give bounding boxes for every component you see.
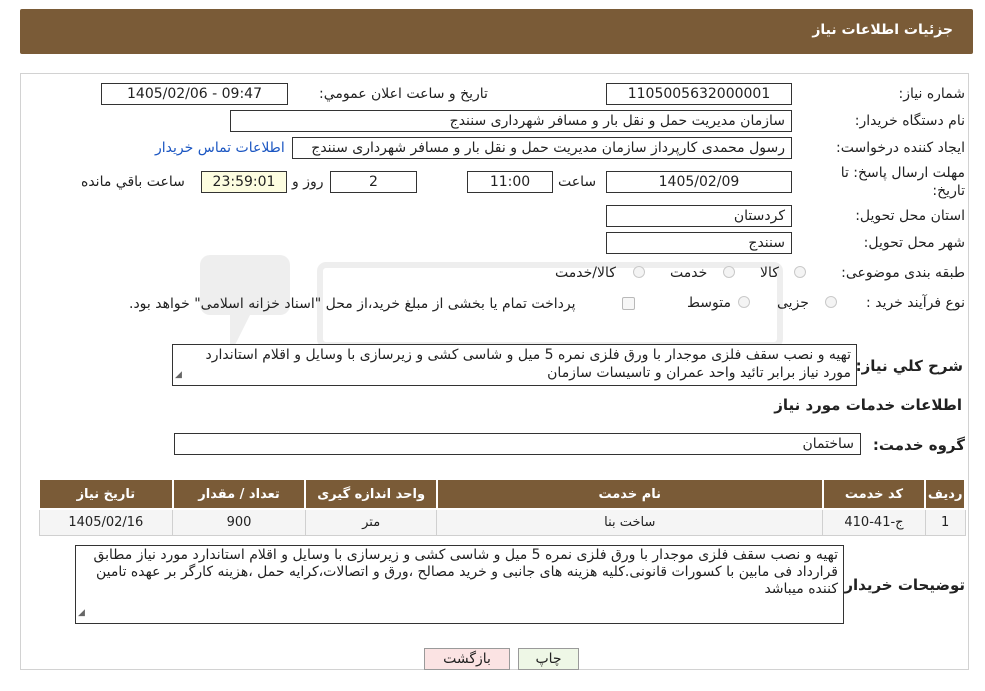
city-field: سنندج bbox=[606, 232, 792, 254]
deadline-time-field: 11:00 bbox=[467, 171, 553, 193]
service-group-label: گروه خدمت: bbox=[872, 436, 965, 454]
cell-unit: متر bbox=[304, 508, 438, 536]
province-field: کردستان bbox=[606, 205, 792, 227]
col-unit: واحد اندازه گيری bbox=[304, 478, 438, 510]
page-header: جزئیات اطلاعات نیاز bbox=[20, 9, 973, 54]
creator-field: رسول محمدی کارپرداز سازمان مدیریت حمل و … bbox=[292, 137, 792, 159]
buyer-org-field: سازمان مدیریت حمل و نقل بار و مسافر شهرد… bbox=[230, 110, 792, 132]
remaining-time-label: ساعت باقي مانده bbox=[81, 174, 185, 190]
announce-date-label: تاريخ و ساعت اعلان عمومي: bbox=[319, 86, 488, 102]
summary-textarea[interactable]: تهیه و نصب سقف فلزی موجدار با ورق فلزی ن… bbox=[172, 344, 857, 386]
treasury-bond-note: پرداخت تمام يا بخشی از مبلغ خريد،از محل … bbox=[129, 296, 576, 312]
treasury-bond-checkbox[interactable] bbox=[622, 297, 635, 310]
creator-label: ايجاد کننده درخواست: bbox=[836, 140, 965, 156]
services-table-header: رديف کد خدمت نام خدمت واحد اندازه گيری ت… bbox=[38, 478, 966, 510]
deadline-label-line1: مهلت ارسال پاسخ: تا bbox=[840, 165, 965, 181]
category-option-service: خدمت bbox=[670, 265, 708, 281]
city-label: شهر محل تحویل: bbox=[863, 235, 965, 251]
col-code: کد خدمت bbox=[821, 478, 927, 510]
buyer-notes-textarea[interactable]: تهیه و نصب سقف فلزی موجدار با ورق فلزی ن… bbox=[75, 545, 844, 624]
resize-grip-icon: ◢ bbox=[78, 608, 85, 618]
remaining-time-field: 23:59:01 bbox=[201, 171, 287, 193]
cell-name: ساخت بنا bbox=[436, 508, 824, 536]
announce-date-field: 1405/02/06 - 09:47 bbox=[101, 83, 288, 105]
buyer-notes-label: توضيحات خريدار: bbox=[838, 576, 965, 594]
category-radio-goods-service[interactable] bbox=[633, 266, 645, 278]
province-label: استان محل تحویل: bbox=[855, 208, 965, 224]
col-qty: تعداد / مقدار bbox=[171, 478, 307, 510]
category-option-goods-service: کالا/خدمت bbox=[555, 265, 616, 281]
purchase-option-medium: متوسط bbox=[687, 295, 731, 311]
table-row: 1 ج-41-410 ساخت بنا متر 900 1405/02/16 bbox=[38, 508, 966, 536]
deadline-date-field: 1405/02/09 bbox=[606, 171, 792, 193]
page-title: جزئیات اطلاعات نیاز bbox=[812, 22, 953, 38]
col-name: نام خدمت bbox=[435, 478, 824, 510]
buyer-org-label: نام دستگاه خريدار: bbox=[854, 113, 965, 129]
buyer-notes-text: تهیه و نصب سقف فلزی موجدار با ورق فلزی ن… bbox=[93, 547, 838, 597]
remaining-days-field: 2 bbox=[330, 171, 417, 193]
purchase-option-minor: جزیی bbox=[777, 295, 809, 311]
resize-grip-icon: ◢ bbox=[175, 370, 182, 380]
back-button[interactable]: بازگشت bbox=[424, 648, 510, 670]
cell-code: ج-41-410 bbox=[822, 508, 926, 536]
cell-row: 1 bbox=[924, 508, 966, 536]
need-number-label: شماره نياز: bbox=[898, 86, 966, 102]
purchase-radio-medium[interactable] bbox=[738, 296, 750, 308]
purchase-type-label: نوع فرآیند خرید : bbox=[866, 295, 965, 311]
category-label: طبقه بندی موضوعی: bbox=[841, 265, 965, 281]
buyer-contact-link[interactable]: اطلاعات تماس خریدار bbox=[155, 140, 285, 156]
services-section-title: اطلاعات خدمات مورد نياز bbox=[774, 396, 962, 414]
summary-text: تهیه و نصب سقف فلزی موجدار با ورق فلزی ن… bbox=[205, 347, 852, 381]
cell-qty: 900 bbox=[172, 508, 306, 536]
need-number-field: 1105005632000001 bbox=[606, 83, 792, 105]
summary-label: شرح کلي نياز: bbox=[855, 357, 963, 375]
print-button[interactable]: چاپ bbox=[518, 648, 579, 670]
category-radio-service[interactable] bbox=[723, 266, 735, 278]
purchase-radio-minor[interactable] bbox=[825, 296, 837, 308]
category-radio-goods[interactable] bbox=[794, 266, 806, 278]
days-label: روز و bbox=[292, 174, 324, 190]
col-row: رديف bbox=[924, 478, 966, 510]
category-option-goods: کالا bbox=[760, 265, 779, 281]
deadline-label-line2: تاريخ: bbox=[932, 183, 965, 199]
services-table: رديف کد خدمت نام خدمت واحد اندازه گيری ت… bbox=[38, 478, 966, 536]
cell-date: 1405/02/16 bbox=[38, 508, 174, 536]
service-group-field: ساختمان bbox=[174, 433, 861, 455]
col-date: تاريخ نياز bbox=[38, 478, 174, 510]
deadline-time-label: ساعت bbox=[558, 174, 597, 190]
